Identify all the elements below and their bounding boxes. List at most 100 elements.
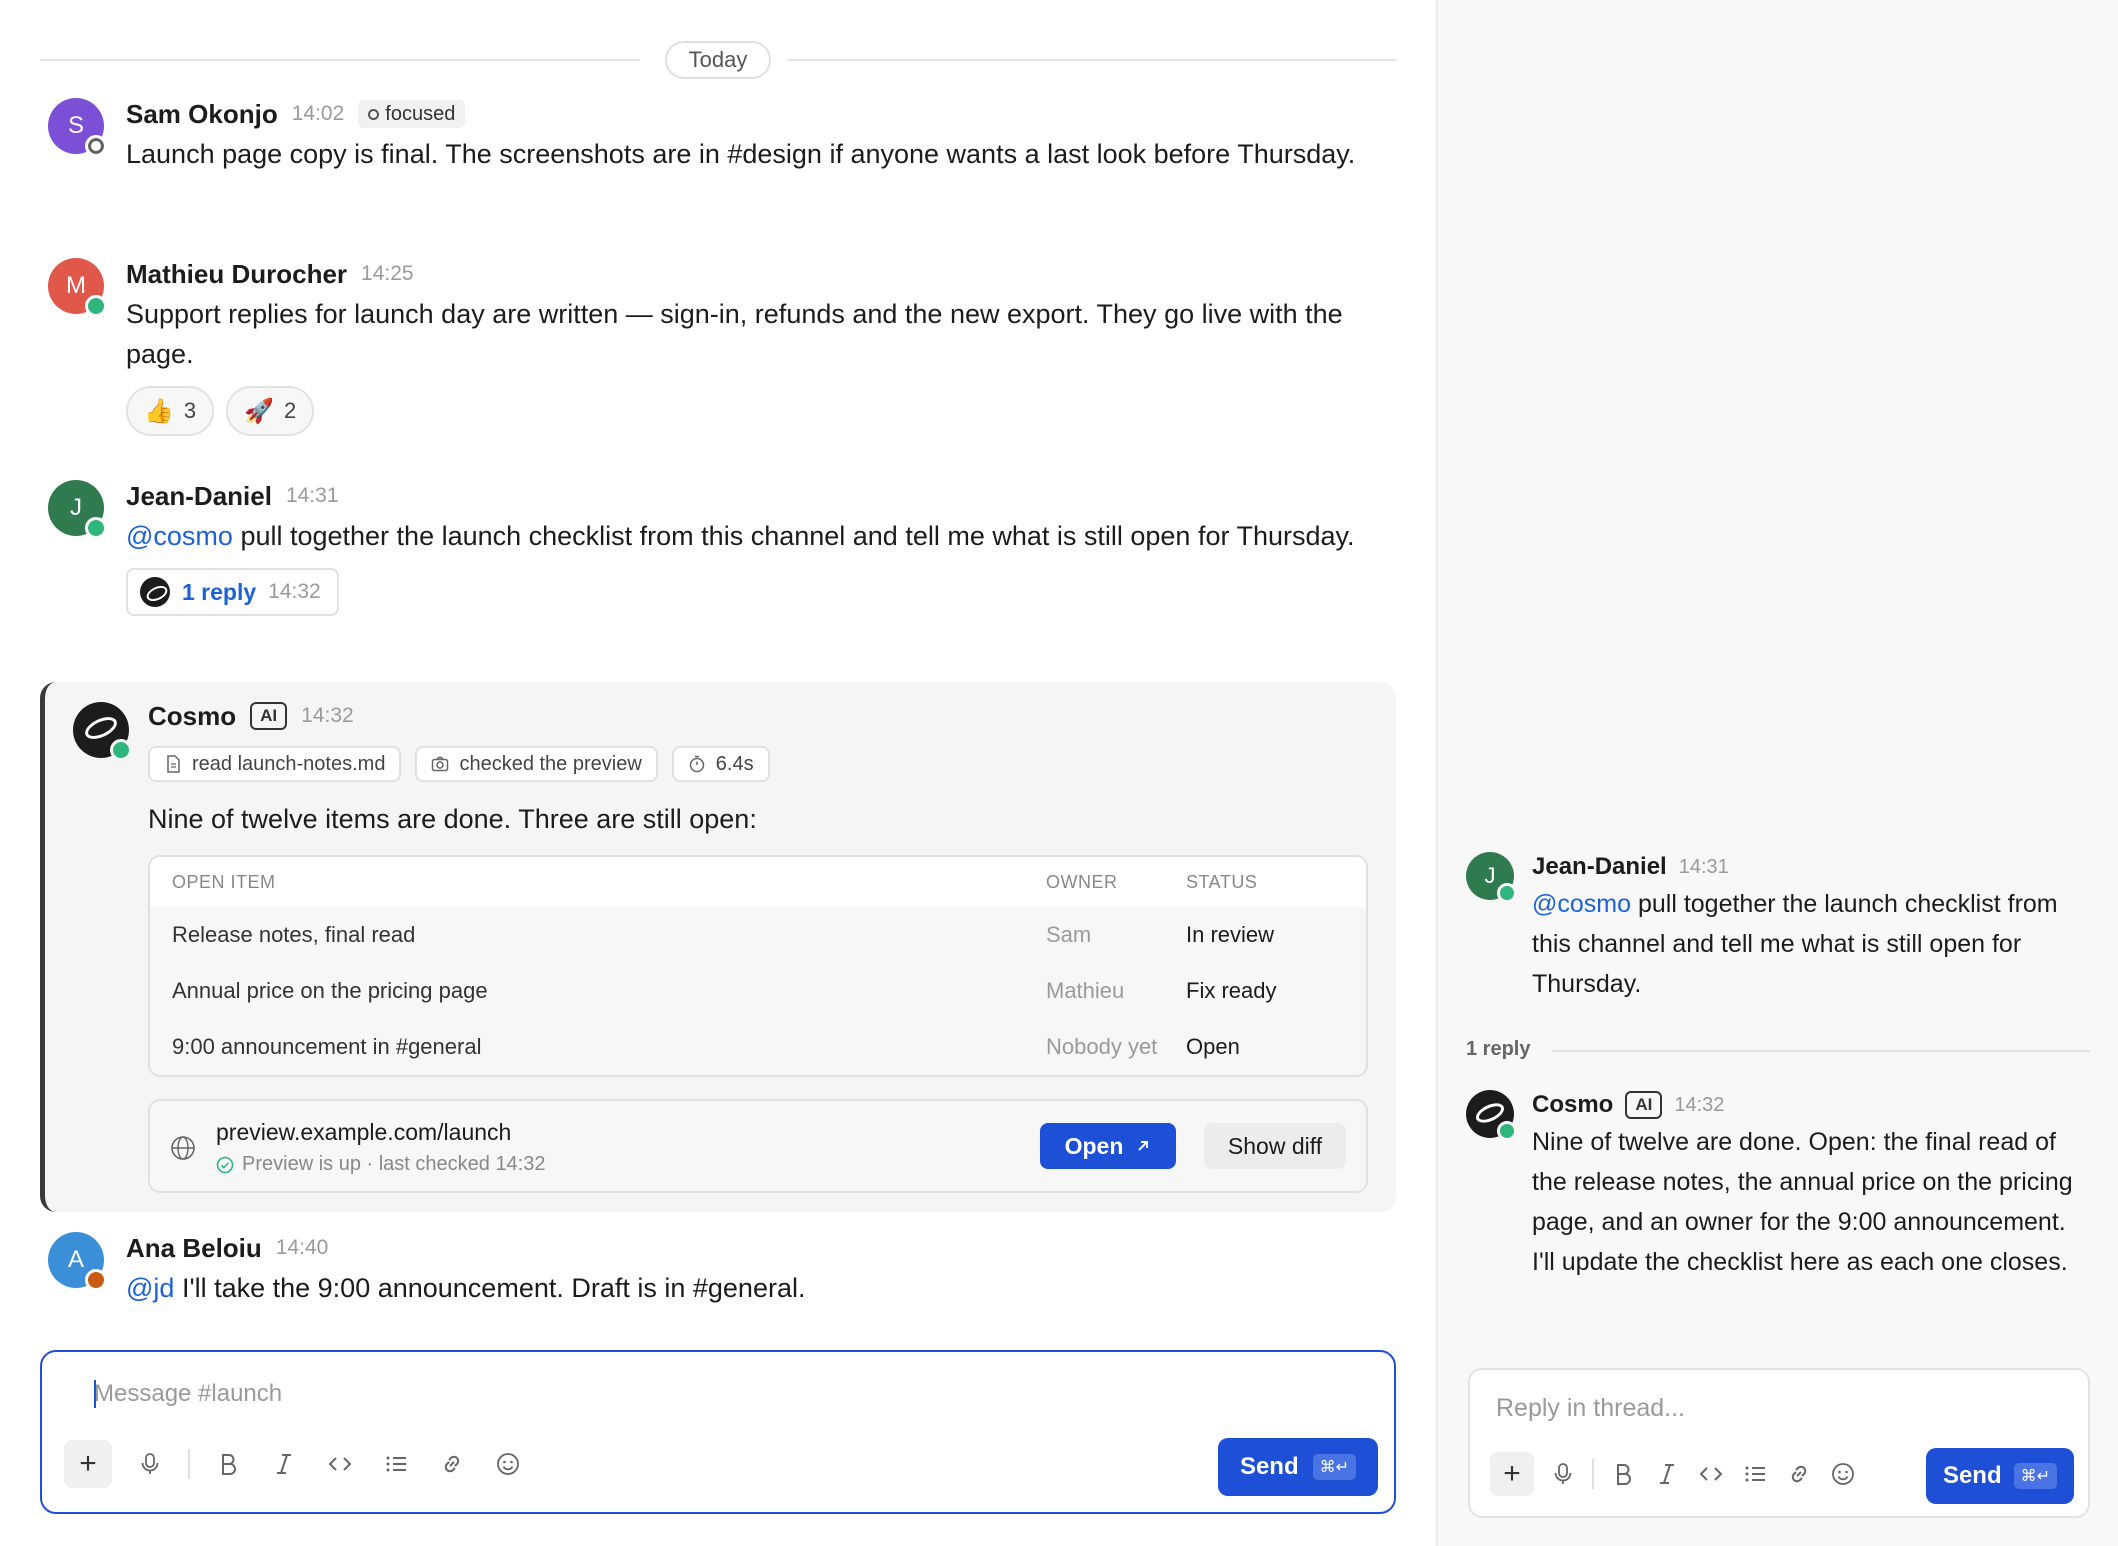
timestamp[interactable]: 14:32 (301, 704, 354, 728)
author-name[interactable]: Jean-Daniel (126, 481, 272, 512)
emoji-icon[interactable] (1828, 1456, 1858, 1492)
avatar[interactable]: M (48, 258, 107, 317)
keyboard-shortcut: ⌘↵ (1312, 1454, 1357, 1480)
message-input-placeholder[interactable]: Message #launch (94, 1380, 282, 1408)
timestamp[interactable]: 14:31 (286, 484, 339, 508)
message-text: @cosmo pull together the launch checklis… (1532, 884, 2086, 1004)
timestamp[interactable]: 14:02 (292, 102, 345, 126)
open-preview-button[interactable]: Open (1040, 1123, 1176, 1169)
timestamp[interactable]: 14:40 (276, 1236, 329, 1260)
divider-line (788, 59, 1396, 61)
link-icon[interactable] (1784, 1456, 1814, 1492)
composer-toolbar: + (1490, 1452, 1858, 1496)
microphone-icon[interactable] (1548, 1456, 1578, 1492)
cosmo-avatar-icon (140, 577, 170, 607)
tool-chip-read-file[interactable]: read launch-notes.md (148, 746, 402, 782)
add-attachment-button[interactable]: + (1490, 1452, 1534, 1496)
add-attachment-button[interactable]: + (64, 1440, 112, 1488)
reply-count: 1 reply (182, 578, 257, 605)
reaction-thumbs-up[interactable]: 👍 3 (126, 386, 215, 436)
bold-icon[interactable] (1608, 1456, 1638, 1492)
tool-chip-preview[interactable]: checked the preview (415, 746, 658, 782)
message-text: Support replies for launch day are writt… (126, 299, 1343, 369)
mention-link[interactable]: @cosmo (1532, 890, 1631, 918)
avatar-initial: S (67, 112, 84, 139)
avatar[interactable]: J (48, 480, 107, 539)
column-header: STATUS (1186, 871, 1258, 892)
cosmo-avatar[interactable] (1466, 1090, 1517, 1141)
reply-input-placeholder[interactable]: Reply in thread... (1496, 1394, 1685, 1423)
timestamp[interactable]: 14:31 (1679, 856, 1729, 879)
keyboard-shortcut: ⌘↵ (2013, 1463, 2058, 1489)
timestamp[interactable]: 14:32 (1674, 1094, 1724, 1117)
message-text: @cosmo pull together the launch checklis… (126, 516, 1408, 556)
table-cell: Open (1186, 1034, 1240, 1059)
mention-link[interactable]: @jd (126, 1273, 174, 1303)
author-name[interactable]: Ana Beloiu (126, 1233, 262, 1264)
italic-icon[interactable] (1652, 1456, 1682, 1492)
camera-icon (432, 756, 449, 772)
composer-toolbar: + (64, 1440, 526, 1488)
channel-pane: Today S Sam Okonjo 14:02 focused Launch … (0, 0, 1436, 1546)
thread-replies-button[interactable]: 1 reply 14:32 (126, 568, 339, 616)
tool-chip-label: read launch-notes.md (192, 752, 386, 775)
day-divider: Today (40, 40, 1396, 80)
open-button-label: Open (1064, 1132, 1124, 1159)
bulleted-list-icon[interactable] (1740, 1456, 1770, 1492)
author-name[interactable]: Mathieu Durocher (126, 259, 347, 290)
microphone-icon[interactable] (132, 1446, 168, 1482)
reaction-rocket[interactable]: 🚀 2 (226, 386, 315, 436)
tool-chip-label: checked the preview (459, 752, 642, 775)
mention-link[interactable]: @cosmo (126, 521, 233, 551)
author-name[interactable]: Cosmo (148, 701, 236, 732)
tool-activity: read launch-notes.md checked the preview… (148, 746, 1376, 782)
thread-parent-message: J Jean-Daniel 14:31 @cosmo pull together… (1466, 852, 2086, 1012)
reactions: 👍 3 🚀 2 (126, 386, 1408, 436)
author-name[interactable]: Sam Okonjo (126, 99, 278, 130)
preview-status: Preview is up · last checked 14:32 (216, 1153, 546, 1176)
check-circle-icon (216, 1156, 234, 1173)
avatar-initial: J (70, 494, 82, 521)
checklist-table: OPEN ITEM OWNER STATUS Release notes, fi… (148, 855, 1368, 1077)
send-button[interactable]: Send ⌘↵ (1218, 1438, 1378, 1496)
send-reply-button[interactable]: Send ⌘↵ (1926, 1448, 2074, 1504)
ai-badge: AI (250, 702, 288, 730)
author-name[interactable]: Jean-Daniel (1532, 853, 1667, 881)
thumbs-up-icon: 👍 (144, 397, 174, 425)
link-icon[interactable] (434, 1446, 470, 1482)
divider-line (1552, 1050, 2090, 1052)
author-name[interactable]: Cosmo (1532, 1091, 1613, 1119)
tool-chip-duration[interactable]: 6.4s (671, 746, 770, 782)
message-composer[interactable]: Message #launch + Send ⌘↵ (40, 1350, 1396, 1514)
day-label[interactable]: Today (665, 41, 771, 79)
table-row: 9:00 announcement in #general Nobody yet… (150, 1019, 1366, 1075)
italic-icon[interactable] (266, 1446, 302, 1482)
show-diff-button[interactable]: Show diff (1204, 1123, 1346, 1169)
avatar[interactable]: S (48, 98, 107, 157)
avatar[interactable]: J (1466, 852, 1517, 903)
online-status-icon (1497, 1121, 1517, 1141)
cosmo-avatar[interactable] (73, 702, 132, 761)
reply-time: 14:32 (268, 580, 321, 603)
timer-icon (689, 755, 705, 773)
thread-reply-composer[interactable]: Reply in thread... + Send ⌘↵ (1468, 1368, 2090, 1518)
bold-icon[interactable] (210, 1446, 246, 1482)
table-cell: Mathieu (1046, 978, 1125, 1003)
timestamp[interactable]: 14:25 (361, 262, 414, 286)
column-header: OWNER (1046, 871, 1118, 892)
column-header: OPEN ITEM (172, 871, 276, 892)
emoji-icon[interactable] (490, 1446, 526, 1482)
table-cell: In review (1186, 922, 1275, 947)
avatar-initial: M (66, 272, 86, 299)
divider-line (40, 59, 640, 61)
preview-url[interactable]: preview.example.com/launch (216, 1119, 511, 1146)
online-status-icon (85, 517, 107, 539)
avatar-initial: J (1484, 863, 1496, 888)
online-status-icon (110, 739, 132, 761)
message: S Sam Okonjo 14:02 focused Launch page c… (48, 98, 1408, 218)
code-icon[interactable] (322, 1446, 358, 1482)
code-icon[interactable] (1696, 1456, 1726, 1492)
avatar[interactable]: A (48, 1232, 107, 1291)
online-status-icon (85, 295, 107, 317)
bulleted-list-icon[interactable] (378, 1446, 414, 1482)
